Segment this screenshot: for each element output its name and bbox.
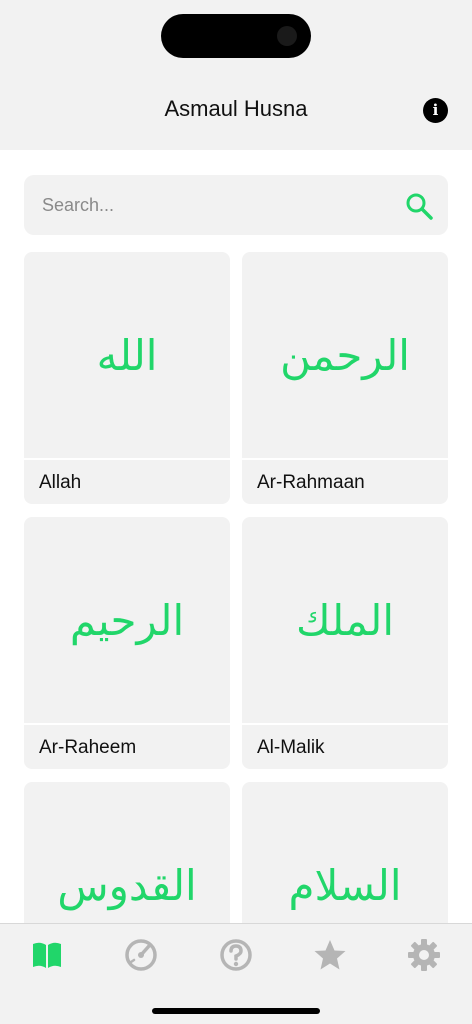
arabic-name: القدوس: [57, 860, 197, 910]
speedometer-icon[interactable]: [124, 938, 158, 972]
star-icon[interactable]: [313, 938, 347, 972]
transliteration: Ar-Rahmaan: [257, 472, 365, 493]
search-icon[interactable]: [404, 191, 434, 221]
transliteration: Al-Malik: [257, 737, 325, 758]
question-icon[interactable]: [219, 938, 253, 972]
search-input[interactable]: [42, 175, 402, 235]
arabic-name: الله: [96, 330, 158, 380]
name-card[interactable]: الرحمن Ar-Rahmaan: [242, 252, 448, 504]
transliteration: Allah: [39, 472, 82, 493]
name-card[interactable]: الملك Al-Malik: [242, 517, 448, 769]
card-divider: [242, 723, 448, 725]
home-indicator: [152, 1008, 320, 1014]
arabic-name: الرحمن: [280, 330, 410, 380]
arabic-name: الرحيم: [69, 595, 185, 645]
name-card[interactable]: الرحيم Ar-Raheem: [24, 517, 230, 769]
arabic-name: السلام: [288, 860, 402, 910]
search-bar[interactable]: [24, 175, 448, 235]
name-card[interactable]: الله Allah: [24, 252, 230, 504]
names-grid: الله Allah الرحمن Ar-Rahmaan الرحيم Ar-R…: [24, 252, 448, 924]
transliteration: Ar-Raheem: [39, 737, 137, 758]
info-icon[interactable]: i: [423, 98, 448, 123]
book-icon[interactable]: [30, 938, 64, 972]
top-bar: Asmaul Husna i: [0, 0, 472, 150]
gear-icon[interactable]: [407, 938, 441, 972]
card-divider: [24, 723, 230, 725]
dynamic-island: [161, 14, 311, 58]
card-divider: [24, 458, 230, 460]
name-card[interactable]: السلام: [242, 782, 448, 924]
page-title: Asmaul Husna: [164, 96, 308, 121]
camera-icon: [277, 26, 297, 46]
name-card[interactable]: القدوس: [24, 782, 230, 924]
arabic-name: الملك: [295, 595, 395, 645]
card-divider: [242, 458, 448, 460]
